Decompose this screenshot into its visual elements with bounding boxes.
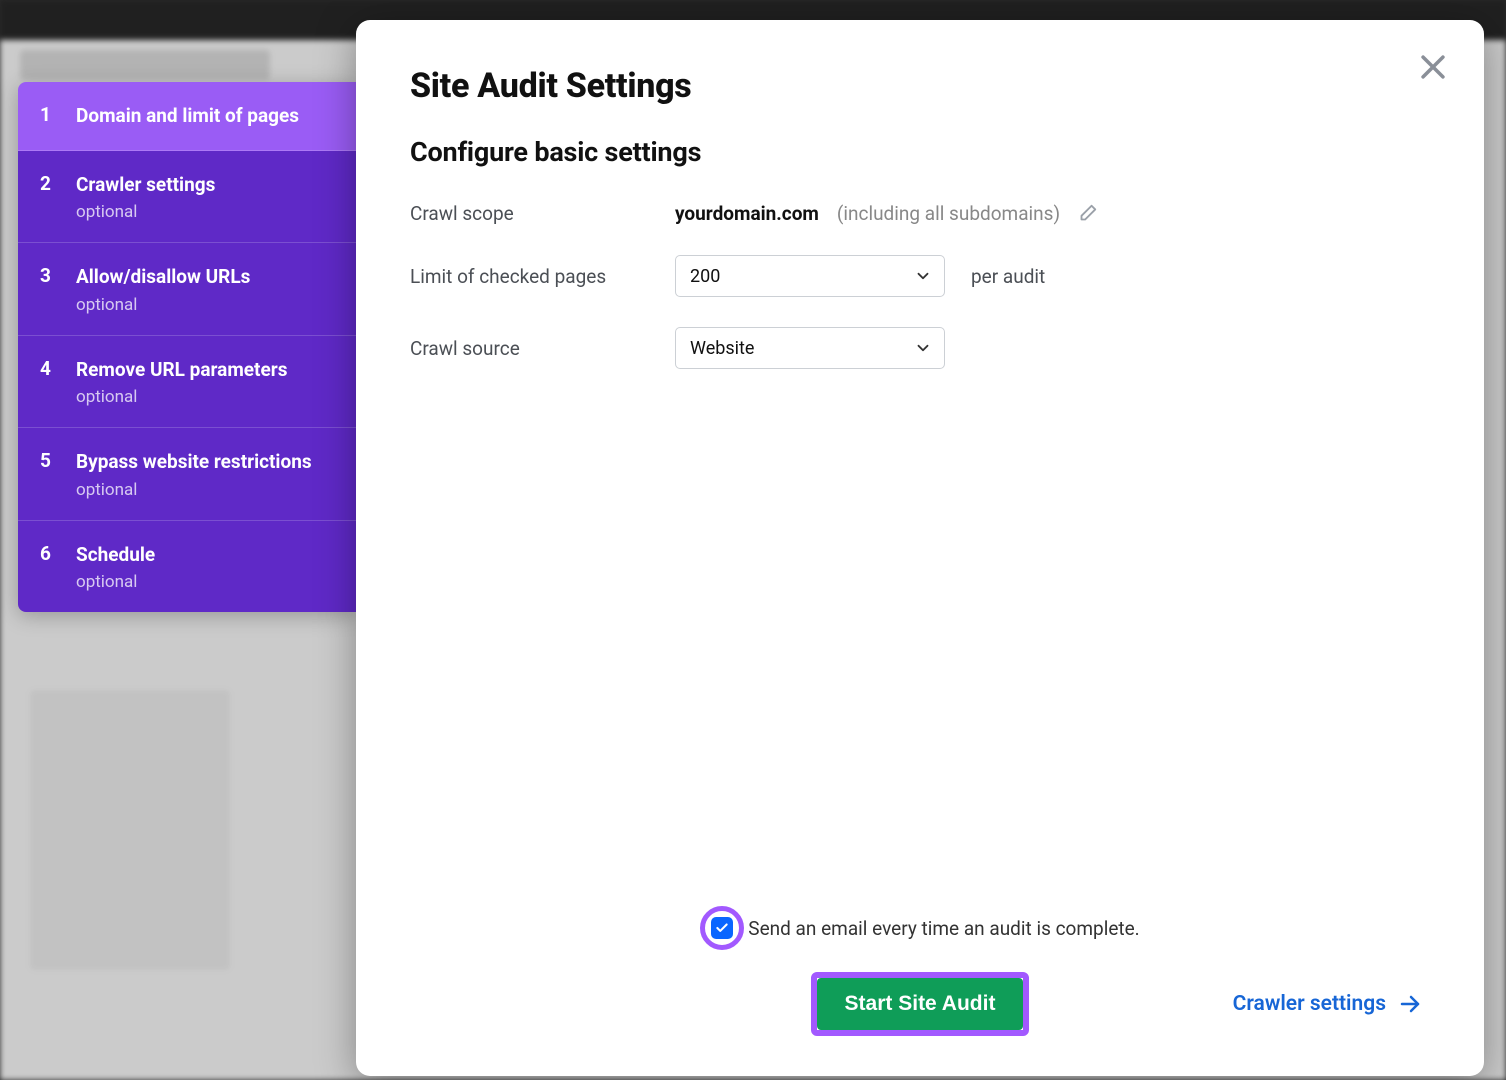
modal-footer: Send an email every time an audit is com… bbox=[410, 906, 1430, 1036]
crawl-source-label: Crawl source bbox=[410, 337, 675, 360]
email-notify-label: Send an email every time an audit is com… bbox=[748, 917, 1139, 940]
step-optional-tag: optional bbox=[76, 387, 287, 407]
highlight-ring: Start Site Audit bbox=[811, 972, 1030, 1036]
edit-icon[interactable] bbox=[1076, 203, 1098, 225]
crawl-source-select[interactable]: Website bbox=[675, 327, 945, 369]
close-icon[interactable] bbox=[1416, 50, 1450, 84]
step-label: Domain and limit of pages bbox=[76, 102, 299, 130]
limit-pages-unit: per audit bbox=[971, 265, 1045, 288]
crawl-source-row: Crawl source Website bbox=[410, 327, 1430, 369]
step-allow-disallow-urls[interactable]: 3 Allow/disallow URLs optional bbox=[18, 243, 358, 336]
step-label: Remove URL parameters bbox=[76, 356, 287, 384]
step-label: Allow/disallow URLs bbox=[76, 263, 250, 291]
step-optional-tag: optional bbox=[76, 202, 215, 222]
step-domain-and-limit[interactable]: 1 Domain and limit of pages bbox=[18, 82, 358, 151]
crawl-scope-domain: yourdomain.com bbox=[675, 202, 819, 225]
chevron-down-icon bbox=[914, 267, 932, 285]
step-optional-tag: optional bbox=[76, 480, 312, 500]
step-optional-tag: optional bbox=[76, 572, 155, 592]
step-crawler-settings[interactable]: 2 Crawler settings optional bbox=[18, 151, 358, 244]
limit-pages-row: Limit of checked pages 200 per audit bbox=[410, 255, 1430, 297]
limit-pages-select[interactable]: 200 bbox=[675, 255, 945, 297]
arrow-right-icon bbox=[1398, 992, 1422, 1016]
step-label: Crawler settings bbox=[76, 171, 215, 199]
step-number: 3 bbox=[40, 263, 54, 290]
step-remove-url-parameters[interactable]: 4 Remove URL parameters optional bbox=[18, 336, 358, 429]
step-label: Schedule bbox=[76, 541, 155, 569]
step-number: 6 bbox=[40, 541, 54, 568]
wizard-steps-sidebar: 1 Domain and limit of pages 2 Crawler se… bbox=[18, 82, 358, 612]
start-site-audit-button[interactable]: Start Site Audit bbox=[817, 978, 1024, 1030]
limit-pages-label: Limit of checked pages bbox=[410, 265, 675, 288]
limit-pages-value: 200 bbox=[690, 266, 720, 287]
step-number: 5 bbox=[40, 448, 54, 475]
step-schedule[interactable]: 6 Schedule optional bbox=[18, 521, 358, 613]
crawl-scope-label: Crawl scope bbox=[410, 202, 675, 225]
crawl-scope-row: Crawl scope yourdomain.com (including al… bbox=[410, 202, 1430, 225]
crawler-settings-link-label: Crawler settings bbox=[1233, 992, 1386, 1016]
chevron-down-icon bbox=[914, 339, 932, 357]
crawler-settings-link[interactable]: Crawler settings bbox=[1233, 992, 1422, 1016]
modal-title: Site Audit Settings bbox=[410, 66, 1430, 106]
step-optional-tag: optional bbox=[76, 295, 250, 315]
modal-subtitle: Configure basic settings bbox=[410, 136, 1430, 168]
step-number: 4 bbox=[40, 356, 54, 383]
step-bypass-website-restrictions[interactable]: 5 Bypass website restrictions optional bbox=[18, 428, 358, 521]
site-audit-settings-modal: Site Audit Settings Configure basic sett… bbox=[356, 20, 1484, 1076]
footer-actions: Start Site Audit Crawler settings bbox=[410, 972, 1430, 1036]
step-number: 1 bbox=[40, 102, 54, 129]
crawl-scope-extra: (including all subdomains) bbox=[837, 202, 1060, 225]
email-notify-checkbox[interactable] bbox=[711, 917, 733, 939]
highlight-ring bbox=[700, 906, 744, 950]
email-notify-row: Send an email every time an audit is com… bbox=[700, 906, 1139, 950]
step-number: 2 bbox=[40, 171, 54, 198]
step-label: Bypass website restrictions bbox=[76, 448, 312, 476]
crawl-source-value: Website bbox=[690, 338, 754, 359]
